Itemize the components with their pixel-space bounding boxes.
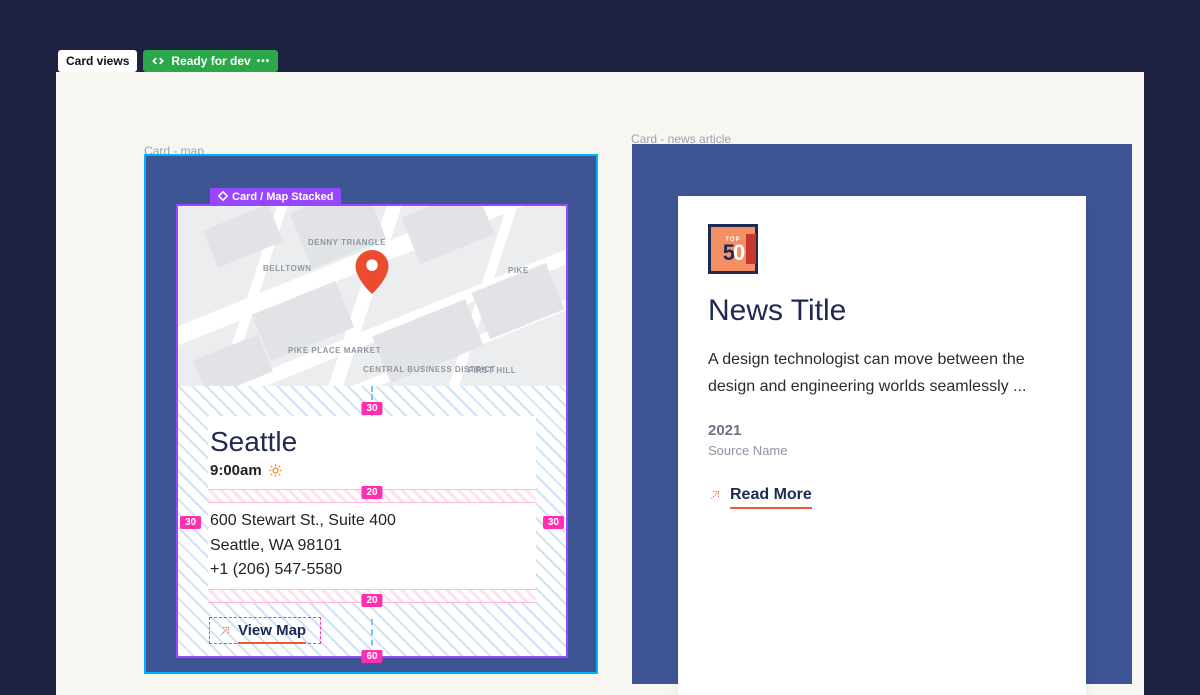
read-more-row: Read More <box>708 486 1056 509</box>
design-canvas[interactable]: Card - map Card - news article Card / Ma… <box>56 72 1144 695</box>
sun-icon <box>268 463 283 478</box>
address-line2: Seattle, WA 98101 <box>210 534 536 557</box>
news-card: TOP 50 News Title A design technologist … <box>678 196 1086 695</box>
map-image: DENNY TRIANGLE BELLTOWN PIKE PIKE PLACE … <box>178 206 566 386</box>
news-source: Source Name <box>708 443 1056 458</box>
news-body: A design technologist can move between t… <box>708 346 1056 400</box>
phone: +1 (206) 547-5580 <box>210 561 536 579</box>
spacing-badge: 60 <box>361 650 382 663</box>
component-selection-tag[interactable]: Card / Map Stacked <box>210 188 341 206</box>
badge-digit: 5 <box>723 244 733 262</box>
news-title: News Title <box>708 294 1056 328</box>
spacing-badge: 30 <box>543 516 564 529</box>
arrow-up-right-icon <box>218 624 232 643</box>
chip-status-label: Ready for dev <box>171 54 250 68</box>
arrow-up-right-icon <box>708 488 722 507</box>
map-pin-icon <box>355 250 389 294</box>
frame-card-map[interactable]: Card / Map Stacked DENNY TRIANGLE BELLTO… <box>144 154 598 674</box>
badge-digit: 0 <box>733 244 743 262</box>
map-area-label: PIKE PLACE MARKET <box>288 346 381 355</box>
ellipsis-icon: ••• <box>257 56 271 67</box>
read-more-link[interactable]: Read More <box>730 486 812 509</box>
spacing-badge: 30 <box>361 402 382 415</box>
toolbar: Card views Ready for dev ••• <box>58 50 278 72</box>
view-map-row: View Map <box>218 622 306 644</box>
component-map-card[interactable]: Card / Map Stacked DENNY TRIANGLE BELLTO… <box>178 206 566 656</box>
time-row: 9:00am <box>210 462 536 479</box>
frame-card-news[interactable]: TOP 50 News Title A design technologist … <box>632 144 1132 684</box>
time-text: 9:00am <box>210 462 262 479</box>
code-icon <box>151 54 165 68</box>
map-area-label: DENNY TRIANGLE <box>308 238 386 247</box>
spacing-badge: 20 <box>361 486 382 499</box>
address-line1: 600 Stewart St., Suite 400 <box>210 509 536 532</box>
chip-status[interactable]: Ready for dev ••• <box>143 50 278 72</box>
card-content: Seattle 9:00am 600 Stewart St., Suite 40… <box>208 416 536 603</box>
city-title: Seattle <box>210 426 536 458</box>
chip-card-views[interactable]: Card views <box>58 50 137 72</box>
component-tag-label: Card / Map Stacked <box>232 191 333 203</box>
spacing-badge: 20 <box>361 594 382 607</box>
news-year: 2021 <box>708 422 1056 439</box>
diamond-icon <box>218 191 228 204</box>
map-area-label: PIKE <box>508 266 529 275</box>
map-area-label: FIRST HILL <box>468 366 516 375</box>
spacing-badge: 30 <box>180 516 201 529</box>
map-area-label: BELLTOWN <box>263 264 312 273</box>
chip-label: Card views <box>66 54 129 68</box>
view-map-link[interactable]: View Map <box>238 622 306 644</box>
news-badge: TOP 50 <box>708 224 758 274</box>
